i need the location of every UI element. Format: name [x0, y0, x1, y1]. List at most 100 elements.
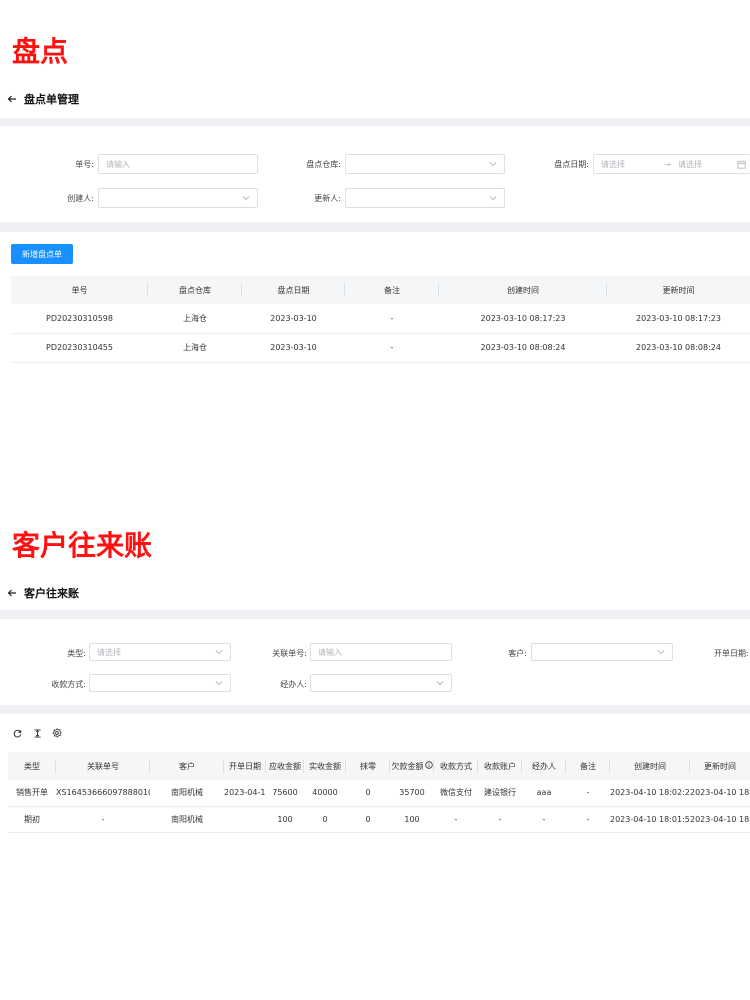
ref-no-input[interactable]: 请输入	[310, 643, 452, 661]
cell-receivable: 100	[266, 806, 304, 833]
cell-created-at: 2023-04-10 18:01:54	[610, 806, 690, 833]
table-toolbar	[12, 728, 62, 738]
cell-account: 建设银行	[478, 780, 522, 807]
back-arrow-icon[interactable]	[6, 93, 18, 105]
table-row[interactable]: 销售开单 XS1645366609788801024 南阳机械 2023-04-…	[8, 780, 750, 807]
cell-owed: 35700	[390, 780, 434, 807]
column-header[interactable]: 盘点日期	[242, 276, 345, 304]
cell-payment-method: -	[434, 806, 478, 833]
cell-ref-no: -	[56, 806, 150, 833]
open-date-label: 开单日期:	[714, 649, 749, 658]
cell-owed: 100	[390, 806, 434, 833]
warehouse-select[interactable]	[345, 154, 505, 174]
updater-label: 更新人:	[314, 194, 341, 203]
column-header[interactable]: 实收金额	[304, 752, 346, 780]
divider-strip	[0, 118, 750, 126]
cell-remark: -	[345, 304, 439, 334]
payment-method-select[interactable]	[89, 674, 231, 692]
column-header[interactable]: 经办人	[522, 752, 566, 780]
column-header[interactable]: 备注	[345, 276, 439, 304]
chevron-down-icon	[657, 648, 665, 656]
divider-strip	[0, 705, 750, 714]
info-icon[interactable]	[424, 761, 433, 771]
cell-rounding: 0	[346, 780, 390, 807]
cell-updated-at: 2023-03-10 08:17:23	[607, 304, 750, 334]
column-header[interactable]: 盘点仓库	[148, 276, 242, 304]
date-end-placeholder: 请选择	[678, 159, 702, 169]
warehouse-label: 盘点仓库:	[306, 160, 341, 169]
cell-date: 2023-03-10	[242, 304, 345, 334]
cell-warehouse: 上海仓	[148, 333, 242, 363]
table-row[interactable]: 期初 - 南阳机械 100 0 0 100 - - - - 2023-04-10…	[8, 806, 750, 833]
payment-method-label: 收款方式:	[51, 680, 86, 689]
column-header[interactable]: 创建时间	[610, 752, 690, 780]
page-title: 盘点单管理	[24, 93, 79, 106]
section-title-inventory: 盘点	[12, 35, 69, 68]
cell-date: 2023-03-10	[242, 333, 345, 363]
cell-type: 销售开单	[8, 780, 56, 807]
chevron-down-icon	[215, 648, 223, 656]
date-range-picker[interactable]: 请选择 → 请选择	[593, 154, 750, 174]
cell-type: 期初	[8, 806, 56, 833]
column-header[interactable]: 欠款金额	[390, 752, 434, 780]
column-header[interactable]: 应收金额	[266, 752, 304, 780]
column-header[interactable]: 抹零	[346, 752, 390, 780]
column-header[interactable]: 更新时间	[690, 752, 750, 780]
column-header[interactable]: 收款账户	[478, 752, 522, 780]
column-header[interactable]: 收款方式	[434, 752, 478, 780]
ledger-filter-panel: 类型: 请选择 关联单号: 请输入 客户: 开单日期: 收款方式: 经办人:	[0, 619, 750, 705]
cell-rounding: 0	[346, 806, 390, 833]
column-header[interactable]: 创建时间	[439, 276, 607, 304]
date-arrow: →	[664, 159, 671, 169]
calendar-icon	[737, 160, 746, 171]
cell-order-no: PD20230310598	[11, 304, 148, 334]
cell-remark: -	[345, 333, 439, 363]
cell-customer: 南阳机械	[150, 780, 224, 807]
handler-select[interactable]	[310, 674, 452, 692]
column-header[interactable]: 客户	[150, 752, 224, 780]
cell-created-at: 2023-03-10 08:17:23	[439, 304, 607, 334]
cell-ref-no: XS1645366609788801024	[56, 780, 150, 807]
column-header[interactable]: 类型	[8, 752, 56, 780]
column-height-icon[interactable]	[32, 728, 42, 738]
cell-updated-at: 2023-04-10 18:02:23	[690, 780, 750, 807]
type-select[interactable]: 请选择	[89, 643, 231, 661]
updater-select[interactable]	[345, 188, 505, 208]
section-title-ledger: 客户往来账	[12, 529, 153, 562]
cell-open-date	[224, 806, 266, 833]
table-row[interactable]: PD20230310598 上海仓 2023-03-10 - 2023-03-1…	[11, 304, 750, 334]
ledger-page-header: 客户往来账	[0, 581, 750, 605]
column-header[interactable]: 关联单号	[56, 752, 150, 780]
cell-created-at: 2023-04-10 18:02:23	[610, 780, 690, 807]
column-header[interactable]: 备注	[566, 752, 610, 780]
chevron-down-icon	[215, 679, 223, 687]
table-header-row: 单号 盘点仓库 盘点日期 备注 创建时间 更新时间	[11, 276, 750, 304]
cell-account: -	[478, 806, 522, 833]
cell-updated-at: 2023-03-10 08:08:24	[607, 333, 750, 363]
cell-updated-at: 2023-04-10 18:01:54	[690, 806, 750, 833]
column-header[interactable]: 单号	[11, 276, 148, 304]
cell-received: 0	[304, 806, 346, 833]
order-no-input[interactable]: 请输入	[98, 154, 258, 174]
column-header[interactable]: 更新时间	[607, 276, 750, 304]
table-header-row: 类型 关联单号 客户 开单日期 应收金额 实收金额 抹零 欠款金额 收款方式 收…	[8, 752, 750, 780]
add-inventory-button[interactable]: 新增盘点单	[11, 244, 73, 264]
cell-remark: -	[566, 806, 610, 833]
back-arrow-icon[interactable]	[6, 587, 18, 599]
customer-select[interactable]	[531, 643, 673, 661]
chevron-down-icon	[489, 194, 497, 202]
creator-label: 创建人:	[67, 194, 94, 203]
inventory-table: 单号 盘点仓库 盘点日期 备注 创建时间 更新时间 PD20230310598 …	[11, 276, 750, 363]
date-start-placeholder: 请选择	[601, 159, 625, 169]
table-row[interactable]: PD20230310455 上海仓 2023-03-10 - 2023-03-1…	[11, 333, 750, 363]
refresh-icon[interactable]	[12, 728, 22, 738]
ref-no-placeholder: 请输入	[318, 647, 342, 657]
order-no-label: 单号:	[75, 160, 94, 169]
cell-remark: -	[566, 780, 610, 807]
settings-icon[interactable]	[52, 728, 62, 738]
column-header[interactable]: 开单日期	[224, 752, 266, 780]
page-title: 客户往来账	[24, 587, 79, 600]
creator-select[interactable]	[98, 188, 258, 208]
order-no-placeholder: 请输入	[106, 159, 130, 169]
chevron-down-icon	[436, 679, 444, 687]
